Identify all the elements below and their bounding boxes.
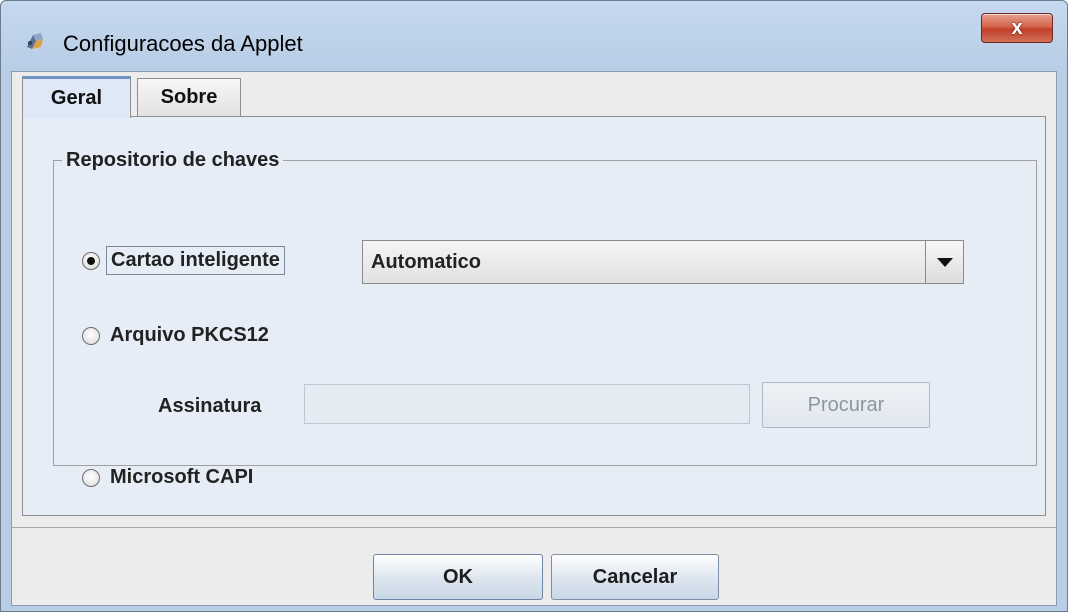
reader-select[interactable]: Automatico <box>362 240 964 284</box>
tab-sobre-label: Sobre <box>160 86 218 108</box>
tab-geral-label: Geral <box>50 87 103 109</box>
button-bar-divider <box>12 527 1056 528</box>
assinatura-label: Assinatura <box>158 395 262 417</box>
radio-pkcs12-label: Arquivo PKCS12 <box>110 324 269 346</box>
dialog-window: Configuracoes da Applet x Sobre Geral Re… <box>0 0 1068 612</box>
window-title: Configuracoes da Applet <box>63 31 303 56</box>
tab-sobre[interactable]: Sobre <box>137 78 241 116</box>
tab-geral[interactable]: Geral <box>22 76 131 118</box>
cancel-button[interactable]: Cancelar <box>551 554 719 600</box>
close-icon: x <box>1011 16 1023 39</box>
dropdown-button[interactable] <box>925 241 963 283</box>
tab-panel-geral: Repositorio de chaves Cartao inteligente… <box>22 116 1046 516</box>
procurar-button[interactable]: Procurar <box>762 382 930 428</box>
java-applet-icon <box>27 33 43 49</box>
radio-button[interactable] <box>82 326 100 345</box>
group-title: Repositorio de chaves <box>66 149 280 171</box>
radio-button-selected[interactable] <box>82 251 100 270</box>
radio-pkcs12[interactable]: Arquivo PKCS12 <box>82 324 269 347</box>
reader-select-value: Automatico <box>371 250 481 273</box>
title-bar[interactable]: Configuracoes da Applet x <box>1 1 1067 71</box>
ok-button[interactable]: OK <box>373 554 543 600</box>
radio-smart-card-label: Cartao inteligente <box>106 246 285 275</box>
radio-button[interactable] <box>82 468 100 487</box>
radio-microsoft-capi[interactable]: Microsoft CAPI <box>82 466 253 489</box>
procurar-button-label: Procurar <box>807 393 885 416</box>
key-repository-group: Repositorio de chaves Cartao inteligente… <box>53 149 1037 488</box>
radio-microsoft-capi-label: Microsoft CAPI <box>110 466 254 488</box>
radio-smart-card[interactable]: Cartao inteligente <box>82 246 285 275</box>
assinatura-field[interactable] <box>304 384 750 424</box>
dialog-content: Sobre Geral Repositorio de chaves Cartao… <box>11 71 1057 606</box>
close-button[interactable]: x <box>981 13 1053 43</box>
cancel-button-label: Cancelar <box>592 565 678 588</box>
chevron-down-icon <box>936 257 953 267</box>
ok-button-label: OK <box>443 565 473 588</box>
